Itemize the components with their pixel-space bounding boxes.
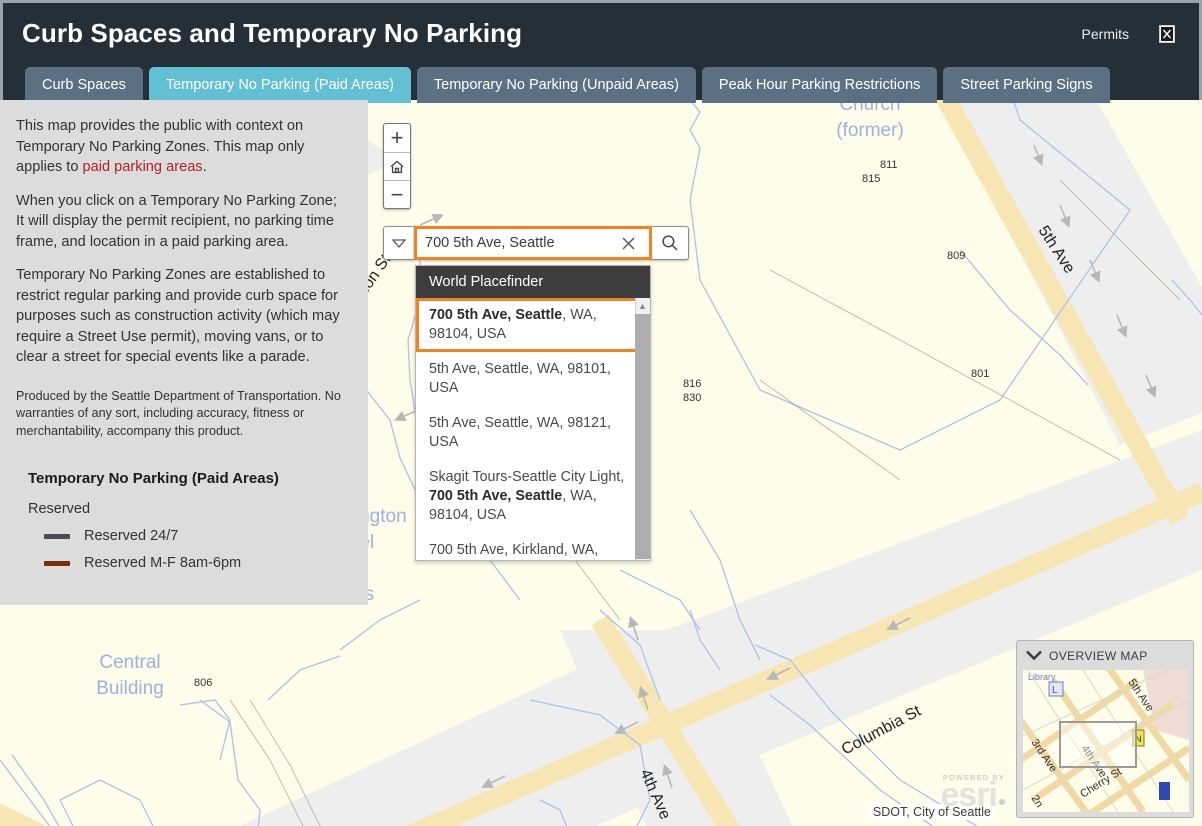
permits-link[interactable]: Permits [1082, 26, 1129, 42]
scroll-up-icon[interactable]: ▲ [635, 298, 650, 314]
tab-temporary-no-parking-unpaid[interactable]: Temporary No Parking (Unpaid Areas) [416, 67, 696, 103]
map-street-label: 5th Ave [1035, 223, 1078, 277]
map-building-label: Central [99, 652, 160, 673]
suggestion-item-2[interactable]: 5th Ave, Seattle, WA, 98121, USA [416, 406, 650, 460]
suggestion-item-4[interactable]: 700 5th Ave, Kirkland, WA, 98033, USA [416, 533, 650, 560]
panel-paragraph-1: This map provides the public with contex… [16, 116, 346, 178]
suggestion-item-1[interactable]: 5th Ave, Seattle, WA, 98101, USA [416, 352, 650, 406]
tab-curb-spaces[interactable]: Curb Spaces [25, 67, 143, 103]
overview-map-title: OVERVIEW MAP [1049, 649, 1148, 663]
map-zoom-controls[interactable]: + − [383, 123, 411, 209]
zoom-in-icon[interactable]: + [384, 124, 410, 152]
suggestion-1-rest: 5th Ave, Seattle, WA, 98101, USA [429, 361, 612, 396]
panel-disclaimer: Produced by the Seattle Department of Tr… [16, 388, 341, 438]
map-address-number: 809 [947, 250, 965, 262]
map-application: Church (former) Central Building Leaming… [0, 0, 1202, 826]
search-input-container[interactable] [414, 226, 652, 260]
legend-item: Reserved M-F 8am-6pm [44, 555, 346, 571]
suggestions-scrollbar[interactable]: ▲ ▼ [635, 298, 650, 560]
search-widget[interactable] [383, 226, 689, 260]
map-address-number: 816 [683, 378, 701, 390]
search-input[interactable] [417, 230, 613, 256]
legend-label-reserved-mf: Reserved M-F 8am-6pm [84, 555, 242, 571]
tab-street-parking-signs[interactable]: Street Parking Signs [943, 67, 1110, 103]
suggestion-3-prefix: Skagit Tours-Seattle City Light, [429, 469, 625, 485]
map-address-number: 815 [862, 173, 880, 185]
scrollbar-thumb[interactable] [635, 314, 650, 559]
map-address-number: 801 [971, 368, 989, 380]
info-panel: This map provides the public with contex… [0, 100, 368, 605]
suggestion-0-bold: 700 5th Ave, Seattle [429, 307, 563, 323]
map-building-label: Building [96, 678, 164, 699]
suggestions-source-header: World Placefinder [416, 266, 650, 298]
search-source-chevron-down-icon[interactable] [384, 227, 414, 259]
tab-temporary-no-parking-paid[interactable]: Temporary No Parking (Paid Areas) [148, 67, 411, 103]
suggestion-3-bold: 700 5th Ave, Seattle [429, 488, 563, 504]
map-street-label: Columbia St [839, 702, 924, 758]
legend-label-reserved-247: Reserved 24/7 [84, 528, 179, 544]
paid-parking-areas-link[interactable]: paid parking areas [83, 159, 203, 175]
page-title: Curb Spaces and Temporary No Parking [22, 18, 523, 48]
overview-label-library: Library [1028, 672, 1056, 682]
suggestion-2-rest: 5th Ave, Seattle, WA, 98121, USA [429, 415, 612, 450]
legend-title: Temporary No Parking (Paid Areas) [28, 470, 279, 487]
legend-swatch-reserved-mf [44, 560, 70, 566]
tab-peak-hour-parking-restrictions[interactable]: Peak Hour Parking Restrictions [701, 67, 938, 103]
legend-subtitle: Reserved [28, 501, 91, 517]
suggestions-list[interactable]: 700 5th Ave, Seattle, WA, 98104, USA 5th… [416, 298, 650, 560]
suggestion-4-rest: 700 5th Ave, Kirkland, WA, 98033, USA [429, 542, 599, 558]
zoom-out-icon[interactable]: − [384, 180, 410, 208]
panel-text-1b: . [202, 159, 207, 175]
svg-text:L: L [1052, 685, 1058, 696]
app-header: Curb Spaces and Temporary No Parking Per… [0, 0, 1202, 103]
home-icon[interactable] [384, 152, 410, 180]
overview-map-header[interactable]: OVERVIEW MAP [1023, 647, 1187, 665]
map-building-label: (former) [836, 120, 904, 141]
tab-bar[interactable]: Curb Spaces Temporary No Parking (Paid A… [25, 67, 1110, 103]
legend-swatch-reserved-247 [44, 533, 70, 539]
search-icon[interactable] [652, 227, 688, 259]
chevron-down-icon[interactable] [1026, 649, 1042, 663]
map-address-number: 830 [683, 392, 701, 404]
overview-map-panel[interactable]: OVERVIEW MAP Library L 3rd Ave 4th Ave 5… [1016, 640, 1194, 818]
legend-item: Reserved 24/7 [44, 528, 346, 544]
overview-extent-box[interactable] [1059, 721, 1137, 768]
map-address-number: 811 [880, 159, 898, 171]
clear-x-icon[interactable] [613, 236, 643, 251]
suggestion-item-3[interactable]: Skagit Tours-Seattle City Light, 700 5th… [416, 460, 650, 533]
suggestion-item-0[interactable]: 700 5th Ave, Seattle, WA, 98104, USA [416, 298, 650, 352]
map-address-number: 806 [194, 677, 212, 689]
map-street-label: 4th Ave [636, 767, 673, 823]
overview-map-canvas[interactable]: Library L 3rd Ave 4th Ave 5th Ave Cherry… [1023, 670, 1189, 812]
map-attribution: SDOT, City of Seattle [867, 804, 996, 820]
search-suggestions[interactable]: World Placefinder 700 5th Ave, Seattle, … [415, 265, 651, 561]
panel-paragraph-3: Temporary No Parking Zones are establish… [16, 267, 340, 365]
panel-paragraph-2: When you click on a Temporary No Parking… [16, 192, 337, 250]
close-icon[interactable] [1159, 25, 1175, 43]
